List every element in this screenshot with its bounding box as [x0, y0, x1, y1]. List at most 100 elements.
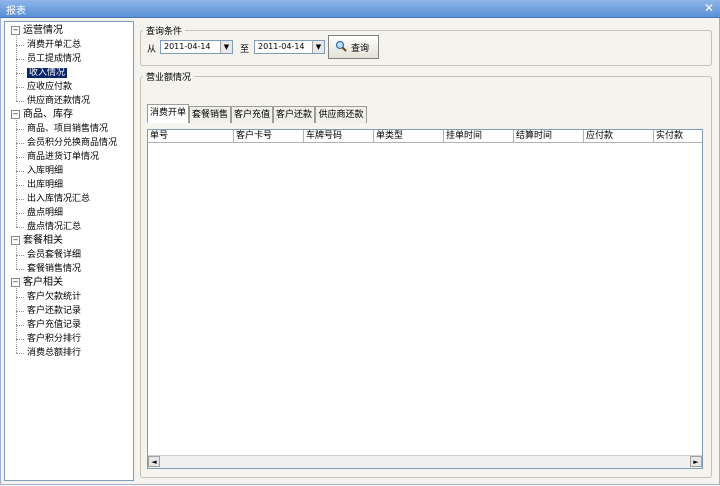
tree-item[interactable]: 客户欠款统计 — [27, 291, 81, 303]
scroll-right-icon[interactable]: ► — [690, 456, 702, 467]
from-date-value: 2011-04-14 — [164, 42, 211, 51]
tree-item[interactable]: 盘点明细 — [27, 207, 63, 219]
tree-item[interactable]: 商品进货订单情况 — [27, 151, 99, 163]
tree-connector — [16, 255, 24, 256]
tree-connector — [16, 87, 24, 88]
report-tree[interactable]: − 运营情况 消费开单汇总 员工提成情况 收入情况 应收应付款 供应商还款情况 − 商品、库存商… — [4, 21, 134, 481]
tree-item[interactable]: 消费总额排行 — [27, 347, 81, 359]
tree-item[interactable]: 员工提成情况 — [27, 53, 81, 65]
title-bar: 报表 ✕ — [0, 0, 720, 18]
tree-item-label: 商品、项目销售情况 — [27, 124, 109, 134]
tree-item-label: 商品进货订单情况 — [27, 152, 100, 162]
tree-item[interactable]: 盘点情况汇总 — [27, 221, 81, 233]
column-header[interactable]: 结算时间 — [514, 130, 584, 142]
tree-connector — [16, 101, 24, 102]
to-label: 至 — [240, 45, 250, 55]
window-client: − 运营情况 消费开单汇总 员工提成情况 收入情况 应收应付款 供应商还款情况 − 商品、库存商… — [0, 18, 720, 485]
tree-connector — [16, 171, 24, 172]
chevron-down-icon[interactable]: ▼ — [220, 41, 232, 53]
tree-item-label: 入库明细 — [27, 166, 64, 176]
tree-item[interactable]: 收入情况 — [27, 67, 68, 79]
tree-item-label: 套餐销售情况 — [27, 264, 82, 274]
tab[interactable]: 客户还款 — [273, 106, 315, 123]
tree-category[interactable]: − 客户相关 — [11, 277, 63, 289]
tree-connector — [16, 199, 24, 200]
tree-connector — [16, 73, 24, 74]
column-header[interactable]: 单号 — [148, 130, 234, 142]
tree-connector — [16, 120, 17, 227]
to-date-picker[interactable]: 2011-04-14 ▼ — [254, 40, 325, 54]
tree-item-label: 盘点情况汇总 — [27, 222, 82, 232]
column-header[interactable]: 客户卡号 — [234, 130, 304, 142]
tree-item-label: 会员套餐详细 — [27, 250, 82, 260]
close-icon[interactable]: ✕ — [704, 1, 714, 15]
tree-item-label: 供应商还款情况 — [27, 96, 91, 106]
column-header[interactable]: 应付款 — [584, 130, 654, 142]
column-header[interactable]: 实付款 — [654, 130, 702, 142]
tree-connector — [16, 129, 24, 130]
tree-category-label: 运营情况 — [23, 25, 63, 36]
tree-item-label: 应收应付款 — [27, 82, 73, 92]
tree-item[interactable]: 会员套餐详细 — [27, 249, 81, 261]
tree-connector — [16, 311, 24, 312]
column-header[interactable]: 单类型 — [374, 130, 444, 142]
tree-category[interactable]: − 套餐相关 — [11, 235, 63, 247]
search-button[interactable]: 查询 — [328, 35, 379, 59]
collapse-icon[interactable]: − — [11, 235, 20, 245]
tree-item[interactable]: 商品、项目销售情况 — [27, 123, 108, 135]
window-title: 报表 — [6, 6, 26, 17]
tree-connector — [16, 353, 24, 354]
tree-item[interactable]: 消费开单汇总 — [27, 39, 81, 51]
horizontal-scrollbar[interactable]: ◄ ► — [148, 455, 702, 468]
column-header[interactable]: 挂单时间 — [444, 130, 514, 142]
collapse-icon[interactable]: − — [11, 277, 20, 287]
tree-item[interactable]: 套餐销售情况 — [27, 263, 81, 275]
from-date-picker[interactable]: 2011-04-14 ▼ — [160, 40, 233, 54]
tree-item[interactable]: 出入库情况汇总 — [27, 193, 90, 205]
tree-category[interactable]: − 运营情况 — [11, 25, 63, 37]
tree-connector — [16, 297, 24, 298]
tree-connector — [16, 325, 24, 326]
tab[interactable]: 供应商还款 — [315, 106, 367, 123]
tree-item-label: 收入情况 — [27, 68, 68, 78]
tree-item[interactable]: 客户还款记录 — [27, 305, 81, 317]
tree-connector — [16, 36, 17, 101]
from-label: 从 — [147, 45, 157, 55]
tree-item-label: 出入库情况汇总 — [27, 194, 91, 204]
tab[interactable]: 消费开单 — [147, 104, 189, 123]
chevron-down-icon[interactable]: ▼ — [312, 41, 324, 53]
data-grid[interactable]: 单号 客户卡号 车牌号码 单类型 挂单时间 结算时间 应付款 实付款 ◄ ► — [147, 129, 703, 469]
tree-item[interactable]: 应收应付款 — [27, 81, 72, 93]
tree-connector — [16, 288, 17, 353]
tree-category-label: 客户相关 — [23, 277, 63, 288]
tree-item[interactable]: 供应商还款情况 — [27, 95, 90, 107]
revenue-group-title: 营业额情况 — [143, 70, 195, 83]
tab[interactable]: 客户充值 — [231, 106, 273, 123]
collapse-icon[interactable]: − — [11, 109, 20, 119]
tree-connector — [16, 227, 24, 228]
tree-item-label: 客户积分排行 — [27, 334, 82, 344]
tree-connector — [16, 269, 24, 270]
tab[interactable]: 套餐销售 — [189, 106, 231, 123]
tree-item-label: 会员积分兑换商品情况 — [27, 138, 118, 148]
tree-item[interactable]: 客户积分排行 — [27, 333, 81, 345]
tree-item-label: 消费总额排行 — [27, 348, 82, 358]
scroll-left-icon[interactable]: ◄ — [148, 456, 160, 467]
tree-connector — [16, 157, 24, 158]
tree-category[interactable]: − 商品、库存 — [11, 109, 73, 121]
tree-item[interactable]: 出库明细 — [27, 179, 63, 191]
collapse-icon[interactable]: − — [11, 25, 20, 35]
search-icon — [335, 40, 347, 55]
search-button-label: 查询 — [351, 44, 370, 54]
tree-connector — [16, 185, 24, 186]
tree-item[interactable]: 入库明细 — [27, 165, 63, 177]
column-header[interactable]: 车牌号码 — [304, 130, 374, 142]
tree-connector — [16, 45, 24, 46]
tree-category-label: 商品、库存 — [23, 109, 73, 120]
tree-item[interactable]: 会员积分兑换商品情况 — [27, 137, 117, 149]
tree-connector — [16, 143, 24, 144]
query-group-title: 查询条件 — [143, 24, 186, 37]
tree-item[interactable]: 客户充值记录 — [27, 319, 81, 331]
tree-item-label: 出库明细 — [27, 180, 64, 190]
to-date-value: 2011-04-14 — [258, 42, 305, 51]
